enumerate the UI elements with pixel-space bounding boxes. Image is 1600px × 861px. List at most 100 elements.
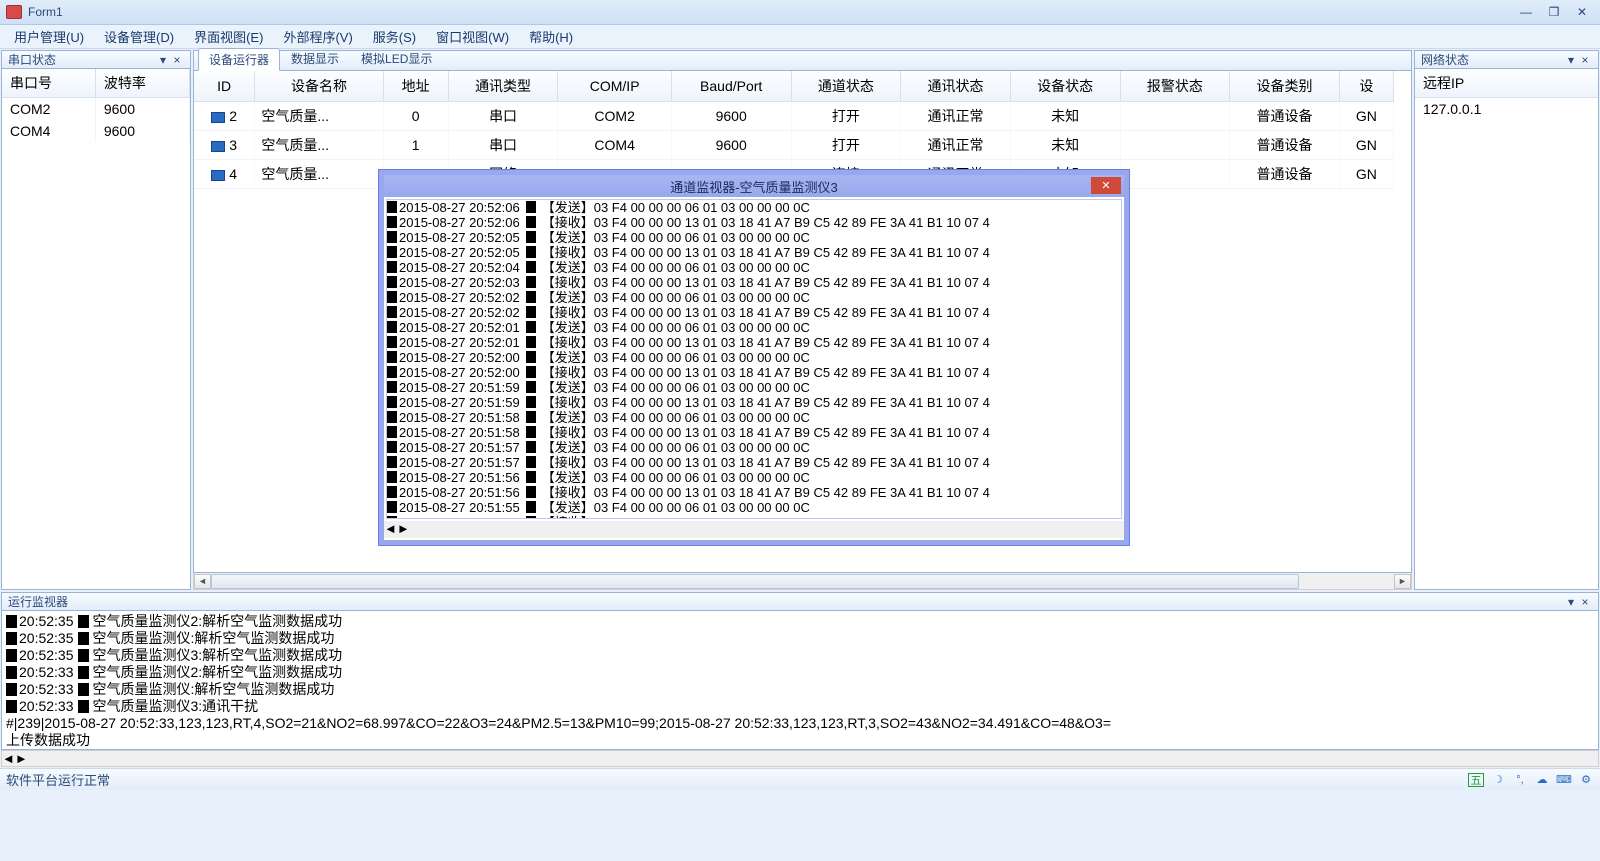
device-col-com_ip[interactable]: COM/IP (558, 71, 671, 102)
panel-close-icon[interactable]: × (170, 53, 184, 67)
serial-status-panel: 串口状态 ▾ × 串口号 波特率 COM2 9600 COM4 9600 (1, 50, 191, 590)
tray-icon-2[interactable]: °, (1512, 773, 1528, 787)
tab-led-display[interactable]: 模拟LED显示 (350, 47, 443, 70)
monitor-line: 2015-08-27 20:51:58【接收】03 F4 00 00 00 13… (387, 425, 1121, 440)
run-line: 20:52:33空气质量监测仪:解析空气监测数据成功 (6, 681, 1594, 698)
monitor-hscrollbar[interactable]: ◄ ► (384, 521, 1124, 538)
scroll-thumb[interactable] (211, 574, 1299, 589)
run-monitor-title: 运行监视器 (8, 593, 68, 610)
monitor-line: 2015-08-27 20:51:55【发送】03 F4 00 00 00 06… (387, 500, 1121, 515)
scroll-left-icon[interactable]: ◄ (2, 751, 15, 766)
monitor-line: 2015-08-27 20:52:03【接收】03 F4 00 00 00 13… (387, 275, 1121, 290)
device-icon (211, 141, 225, 152)
monitor-line: 2015-08-27 20:52:02【发送】03 F4 00 00 00 06… (387, 290, 1121, 305)
tray-keyboard-icon[interactable]: ⌨ (1556, 773, 1572, 787)
monitor-line: 2015-08-27 20:52:01【发送】03 F4 00 00 00 06… (387, 320, 1121, 335)
serial-row[interactable]: COM2 9600 (2, 98, 190, 121)
pin-icon[interactable]: ▾ (1564, 595, 1578, 609)
network-panel-header: 网络状态 ▾ × (1414, 50, 1599, 69)
run-monitor-header: 运行监视器 ▾ × (1, 592, 1599, 611)
monitor-line: 2015-08-27 20:52:02【接收】03 F4 00 00 00 13… (387, 305, 1121, 320)
monitor-log[interactable]: 2015-08-27 20:52:06【发送】03 F4 00 00 00 06… (386, 199, 1122, 519)
device-row[interactable]: 2 空气质量...0串口 COM29600打开 通讯正常未知 普通设备GN (194, 102, 1394, 131)
scroll-right-icon[interactable]: ► (397, 521, 410, 538)
run-line-upload: 上传数据成功 (6, 732, 1594, 749)
device-col-dev_state[interactable]: 设备状态 (1010, 71, 1120, 102)
monitor-line: 2015-08-27 20:51:56【发送】03 F4 00 00 00 06… (387, 470, 1121, 485)
channel-monitor-dialog[interactable]: 通道监视器-空气质量监测仪3 ✕ 2015-08-27 20:52:06【发送】… (379, 170, 1129, 545)
monitor-line: 2015-08-27 20:51:59【发送】03 F4 00 00 00 06… (387, 380, 1121, 395)
device-col-extra[interactable]: 设 (1339, 71, 1393, 102)
close-button[interactable]: ✕ (1570, 5, 1594, 19)
monitor-close-button[interactable]: ✕ (1091, 177, 1121, 194)
device-icon (211, 112, 225, 123)
menu-service[interactable]: 服务(S) (363, 24, 426, 49)
device-col-alarm_state[interactable]: 报警状态 (1120, 71, 1230, 102)
monitor-line: 2015-08-27 20:52:05【接收】03 F4 00 00 00 13… (387, 245, 1121, 260)
main-area: 串口状态 ▾ × 串口号 波特率 COM2 9600 COM4 9600 设备运… (0, 49, 1600, 591)
tab-data-display[interactable]: 数据显示 (280, 47, 350, 70)
device-col-id[interactable]: ID (194, 71, 255, 102)
monitor-line: 2015-08-27 20:51:59【接收】03 F4 00 00 00 13… (387, 395, 1121, 410)
maximize-button[interactable]: ❐ (1542, 5, 1566, 19)
monitor-line: 2015-08-27 20:52:06【发送】03 F4 00 00 00 06… (387, 200, 1121, 215)
tray-settings-icon[interactable]: ⚙ (1578, 773, 1594, 787)
device-col-comm_type[interactable]: 通讯类型 (448, 71, 558, 102)
menu-user-mgmt[interactable]: 用户管理(U) (4, 24, 94, 49)
monitor-line: 2015-08-27 20:52:01【接收】03 F4 00 00 00 13… (387, 335, 1121, 350)
ime-icon[interactable]: 五 (1468, 773, 1484, 787)
panel-close-icon[interactable]: × (1578, 595, 1592, 609)
device-col-addr[interactable]: 地址 (383, 71, 448, 102)
window-titlebar: Form1 — ❐ ✕ (0, 0, 1600, 25)
col-serial-port[interactable]: 串口号 (2, 69, 95, 98)
run-line-long: #|239|2015-08-27 20:52:33,123,123,RT,4,S… (6, 715, 1594, 732)
center-panel: 设备运行器 数据显示 模拟LED显示 ID设备名称地址通讯类型COM/IPBau… (193, 50, 1412, 590)
tab-device-runner[interactable]: 设备运行器 (198, 48, 280, 71)
device-col-name[interactable]: 设备名称 (255, 71, 383, 102)
col-remote-ip[interactable]: 远程IP (1415, 69, 1598, 98)
monitor-line: 2015-08-27 20:52:00【发送】03 F4 00 00 00 06… (387, 350, 1121, 365)
run-monitor-panel: 运行监视器 ▾ × 20:52:35空气质量监测仪2:解析空气监测数据成功20:… (1, 592, 1599, 767)
run-line: 20:52:35空气质量监测仪2:解析空气监测数据成功 (6, 613, 1594, 630)
status-bar: 软件平台运行正常 五 ☽ °, ☁ ⌨ ⚙ (0, 768, 1600, 790)
monitor-titlebar[interactable]: 通道监视器-空气质量监测仪3 ✕ (384, 175, 1124, 197)
device-icon (211, 170, 225, 181)
scroll-right-icon[interactable]: ► (15, 751, 28, 766)
device-col-comm_state[interactable]: 通讯状态 (901, 71, 1011, 102)
serial-row[interactable]: COM4 9600 (2, 120, 190, 142)
menu-window-view[interactable]: 窗口视图(W) (426, 24, 519, 49)
network-grid[interactable]: 远程IP 127.0.0.1 (1414, 69, 1599, 590)
pin-icon[interactable]: ▾ (156, 53, 170, 67)
tray-icon-1[interactable]: ☽ (1490, 773, 1506, 787)
menu-interface-view[interactable]: 界面视图(E) (184, 24, 273, 49)
serial-baud-cell: 9600 (95, 120, 189, 142)
menu-device-mgmt[interactable]: 设备管理(D) (94, 24, 184, 49)
monitor-line: 2015-08-27 20:51:54【接收】03 F4 00 00 00 13… (387, 515, 1121, 519)
device-col-dev_type[interactable]: 设备类别 (1230, 71, 1340, 102)
scroll-right-icon[interactable]: ► (1394, 574, 1411, 589)
minimize-button[interactable]: — (1514, 5, 1538, 19)
serial-port-cell: COM4 (2, 120, 95, 142)
serial-baud-cell: 9600 (95, 98, 189, 121)
menu-help[interactable]: 帮助(H) (519, 24, 583, 49)
pin-icon[interactable]: ▾ (1564, 53, 1578, 67)
center-hscrollbar[interactable]: ◄ ► (193, 573, 1412, 590)
tray-icon-3[interactable]: ☁ (1534, 773, 1550, 787)
panel-close-icon[interactable]: × (1578, 53, 1592, 67)
serial-grid[interactable]: 串口号 波特率 COM2 9600 COM4 9600 (1, 69, 191, 590)
run-hscrollbar[interactable]: ◄ ► (1, 750, 1599, 767)
run-monitor-log[interactable]: 20:52:35空气质量监测仪2:解析空气监测数据成功20:52:35空气质量监… (1, 611, 1599, 750)
monitor-line: 2015-08-27 20:52:06【接收】03 F4 00 00 00 13… (387, 215, 1121, 230)
monitor-line: 2015-08-27 20:51:58【发送】03 F4 00 00 00 06… (387, 410, 1121, 425)
menu-external-prog[interactable]: 外部程序(V) (273, 24, 362, 49)
scroll-left-icon[interactable]: ◄ (384, 521, 397, 538)
run-line: 20:52:35空气质量监测仪:解析空气监测数据成功 (6, 630, 1594, 647)
app-icon (6, 5, 22, 19)
device-row[interactable]: 3 空气质量...1串口 COM49600打开 通讯正常未知 普通设备GN (194, 131, 1394, 160)
scroll-left-icon[interactable]: ◄ (194, 574, 211, 589)
device-col-chan_state[interactable]: 通道状态 (791, 71, 901, 102)
col-serial-baud[interactable]: 波特率 (95, 69, 189, 98)
network-row[interactable]: 127.0.0.1 (1415, 98, 1598, 121)
monitor-line: 2015-08-27 20:51:57【接收】03 F4 00 00 00 13… (387, 455, 1121, 470)
device-col-baud_port[interactable]: Baud/Port (671, 71, 791, 102)
